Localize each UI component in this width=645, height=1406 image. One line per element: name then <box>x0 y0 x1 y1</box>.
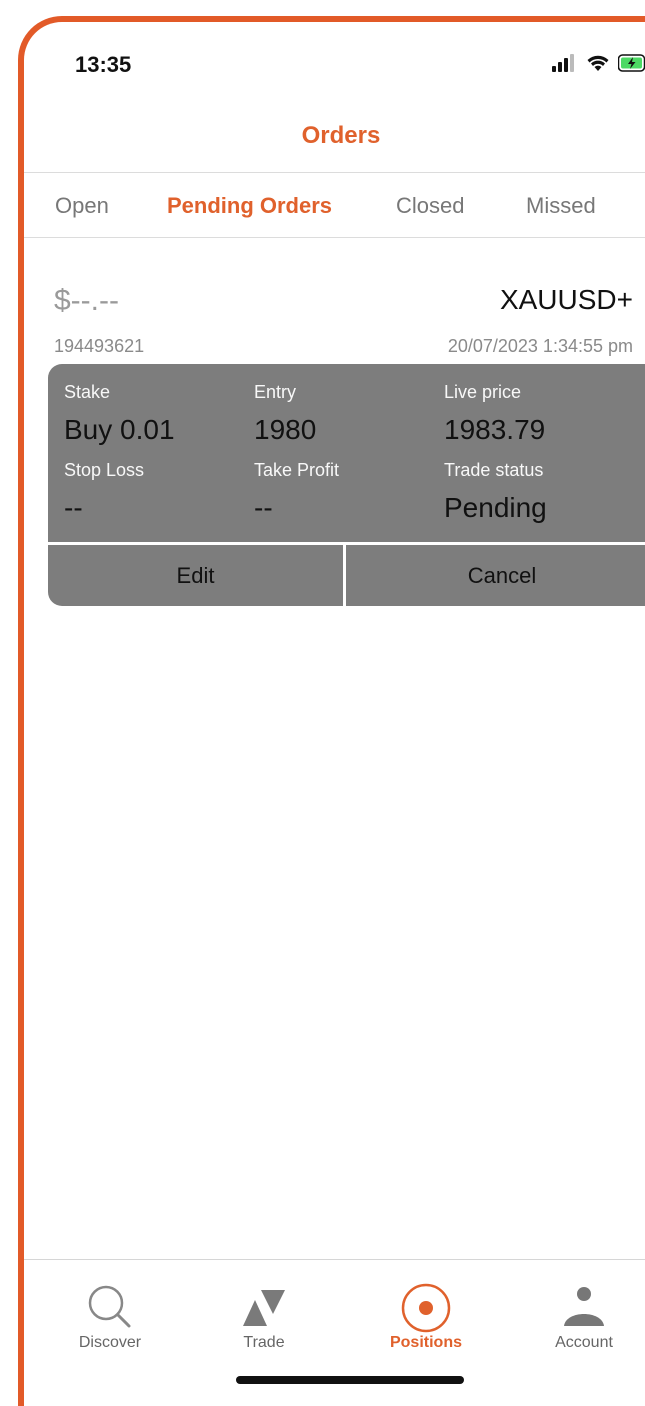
stop-loss-value: -- <box>64 492 83 523</box>
order-datetime: 20/07/2023 1:34:55 pm <box>447 336 633 356</box>
status-time: 13:35 <box>75 52 132 77</box>
stake-value: Buy 0.01 <box>64 414 175 445</box>
positions-target-icon <box>398 1280 454 1336</box>
phone-screen: 13:35 Orders Open Pending Orders Closed … <box>18 16 645 1406</box>
tab-bar-discover[interactable]: Discover <box>40 1260 180 1360</box>
tab-bar-positions[interactable]: Positions <box>356 1260 496 1360</box>
status-bar: 13:35 <box>24 22 645 112</box>
tab-bar-label: Account <box>555 1334 613 1351</box>
stake-label: Stake <box>64 382 111 402</box>
cancel-button[interactable]: Cancel <box>346 545 645 606</box>
battery-charging-icon <box>617 54 645 77</box>
tab-pending-orders[interactable]: Pending Orders <box>167 193 332 219</box>
tab-open[interactable]: Open <box>55 193 109 219</box>
trade-status-value: Pending <box>444 492 547 523</box>
edit-button[interactable]: Edit <box>48 545 343 606</box>
tab-closed[interactable]: Closed <box>396 193 464 219</box>
entry-value: 1980 <box>254 414 317 445</box>
entry-label: Entry <box>254 382 297 402</box>
tab-bar-label: Discover <box>78 1334 142 1351</box>
user-icon <box>556 1280 612 1336</box>
order-details-card: Stake Entry Live price Buy 0.01 1980 198… <box>48 364 645 606</box>
live-price-label: Live price <box>444 382 522 402</box>
order-pnl: $--.-- <box>54 284 119 317</box>
trade-arrows-icon <box>236 1280 292 1336</box>
wifi-icon <box>586 54 610 77</box>
page-title: Orders <box>301 122 381 149</box>
order-id: 194493621 <box>54 336 145 356</box>
tab-bar-account[interactable]: Account <box>514 1260 645 1360</box>
tab-bar-trade[interactable]: Trade <box>194 1260 334 1360</box>
live-price-value: 1983.79 <box>444 414 546 445</box>
stop-loss-label: Stop Loss <box>64 460 145 480</box>
orders-tabs: Open Pending Orders Closed Missed <box>24 173 645 238</box>
order-symbol: XAUUSD+ <box>499 284 633 315</box>
signal-icon <box>552 54 578 77</box>
home-indicator <box>236 1376 464 1384</box>
search-icon <box>82 1280 138 1336</box>
bottom-tab-bar: Discover Trade Positions Account <box>24 1259 645 1380</box>
trade-status-label: Trade status <box>444 460 544 480</box>
tab-missed[interactable]: Missed <box>526 193 596 219</box>
status-icons <box>552 54 645 77</box>
take-profit-label: Take Profit <box>254 460 340 480</box>
take-profit-value: -- <box>254 492 273 523</box>
tab-bar-label: Positions <box>389 1334 462 1351</box>
tab-bar-label: Trade <box>243 1334 285 1351</box>
